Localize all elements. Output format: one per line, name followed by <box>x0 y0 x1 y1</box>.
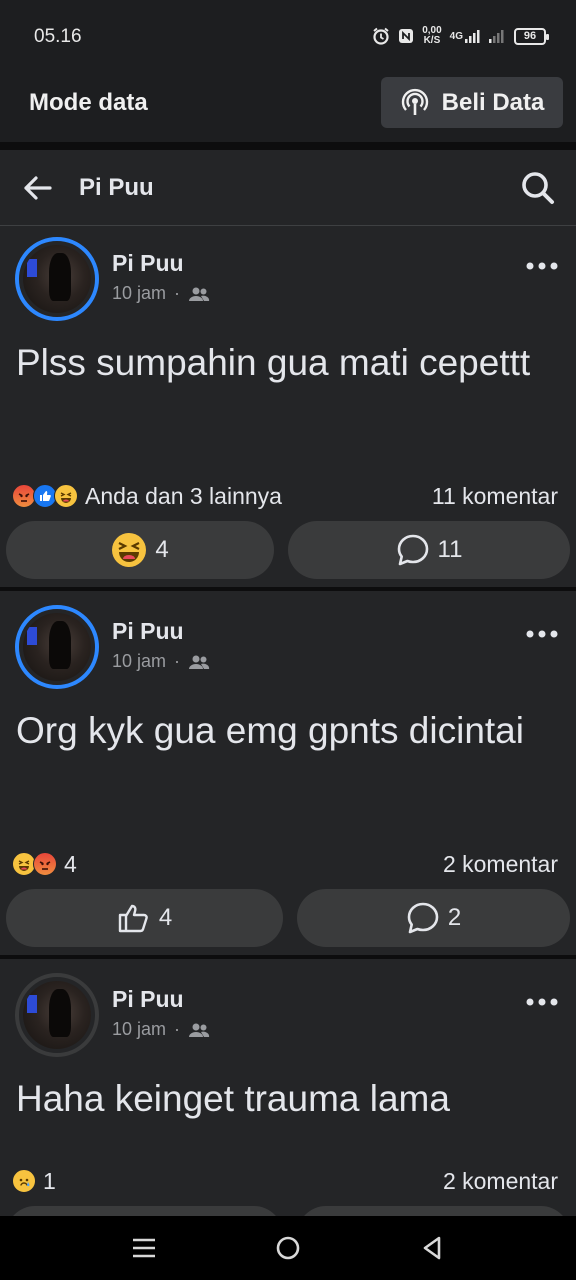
data-mode-label: Mode data <box>29 89 148 116</box>
post-text: Plss sumpahin gua mati cepettt <box>16 342 531 383</box>
avatar[interactable] <box>15 605 99 689</box>
more-options-icon[interactable] <box>526 993 558 1017</box>
buy-data-button[interactable]: Beli Data <box>381 77 563 128</box>
reactions-text[interactable]: Anda dan 3 lainnya <box>85 483 282 510</box>
angry-reaction-icon <box>33 852 57 876</box>
comments-count-text[interactable]: 2 komentar <box>443 1168 558 1195</box>
avatar[interactable] <box>15 973 99 1057</box>
reaction-emojis[interactable] <box>12 484 78 508</box>
comment-count: 2 <box>447 904 462 931</box>
menu-icon[interactable] <box>128 1232 160 1264</box>
comments-count-text[interactable]: 2 komentar <box>443 851 558 878</box>
reaction-emojis[interactable] <box>12 852 57 876</box>
post-author[interactable]: Pi Puu <box>112 618 184 645</box>
reaction-summary: 1 2 komentar <box>12 1166 558 1196</box>
post-meta: 10 jam · <box>112 1019 210 1040</box>
comment-count: 11 <box>437 536 463 563</box>
reaction-summary: Anda dan 3 lainnya 11 komentar <box>12 481 558 511</box>
post-text: Org kyk gua emg gpnts dicintai <box>16 710 524 751</box>
status-icons: 0,00 K/S 4G 96 <box>372 25 549 46</box>
data-mode-bar: Mode data Beli Data <box>0 64 576 142</box>
post-text: Haha keinget trauma lama <box>16 1078 450 1119</box>
divider <box>0 142 576 150</box>
post-card: Pi Puu 10 jam · Haha keinget trauma lama… <box>0 959 576 1216</box>
post-meta: 10 jam · <box>112 651 210 672</box>
page-header: Pi Puu <box>0 150 576 226</box>
page-title: Pi Puu <box>79 174 154 201</box>
avatar[interactable] <box>15 237 99 321</box>
sad-reaction-icon <box>12 1169 36 1193</box>
post-time[interactable]: 10 jam <box>112 283 166 304</box>
buy-data-label: Beli Data <box>441 88 545 116</box>
back-arrow-icon[interactable] <box>20 170 56 206</box>
alarm-icon <box>372 27 390 45</box>
status-time: 05.16 <box>34 26 82 47</box>
broadcast-icon <box>400 88 430 118</box>
battery-indicator: 96 <box>514 27 549 45</box>
comment-button[interactable]: 11 <box>288 521 570 579</box>
reactions-text[interactable]: 4 <box>64 851 77 878</box>
action-bar-partial <box>6 1206 570 1216</box>
meta-separator: · <box>174 1019 181 1039</box>
nfc-icon <box>398 28 414 44</box>
signal-4g-icon: 4G <box>450 29 480 43</box>
avatar-photo <box>23 613 91 681</box>
signal-weak-icon <box>488 29 506 43</box>
post-time[interactable]: 10 jam <box>112 1019 166 1040</box>
comment-button[interactable]: 2 <box>297 889 570 947</box>
meta-separator: · <box>174 283 181 303</box>
haha-reaction-icon <box>54 484 78 508</box>
haha-reaction-icon <box>111 532 147 568</box>
post-time[interactable]: 10 jam <box>112 651 166 672</box>
comment-icon <box>406 901 440 935</box>
home-icon[interactable] <box>272 1232 304 1264</box>
reactions-text[interactable]: 1 <box>43 1168 56 1195</box>
friends-audience-icon <box>188 654 210 670</box>
reaction-count: 4 <box>155 536 169 563</box>
comments-count-text[interactable]: 11 komentar <box>432 483 558 510</box>
post-author[interactable]: Pi Puu <box>112 250 184 277</box>
avatar-photo <box>23 981 91 1049</box>
reaction-button[interactable]: 4 <box>6 521 274 579</box>
search-icon[interactable] <box>518 168 558 208</box>
post-card: Pi Puu 10 jam · Plss sumpahin gua mati c… <box>0 227 576 585</box>
more-options-icon[interactable] <box>526 257 558 281</box>
avatar-photo <box>23 245 91 313</box>
comment-icon <box>396 533 430 567</box>
meta-separator: · <box>174 651 181 671</box>
reaction-summary: 4 2 komentar <box>12 849 558 879</box>
post-meta: 10 jam · <box>112 283 210 304</box>
back-triangle-icon[interactable] <box>416 1232 448 1264</box>
more-options-icon[interactable] <box>526 625 558 649</box>
system-navigation-bar <box>0 1216 576 1280</box>
like-button[interactable]: 4 <box>6 889 283 947</box>
friends-audience-icon <box>188 286 210 302</box>
status-bar: 05.16 0,00 K/S 4G 96 <box>0 0 576 64</box>
reaction-emojis[interactable] <box>12 1169 36 1193</box>
network-speed: 0,00 K/S <box>422 25 442 46</box>
thumbs-up-icon <box>117 901 151 935</box>
post-card: Pi Puu 10 jam · Org kyk gua emg gpnts di… <box>0 591 576 955</box>
like-count: 4 <box>158 904 173 931</box>
friends-audience-icon <box>188 1022 210 1038</box>
post-author[interactable]: Pi Puu <box>112 986 184 1013</box>
